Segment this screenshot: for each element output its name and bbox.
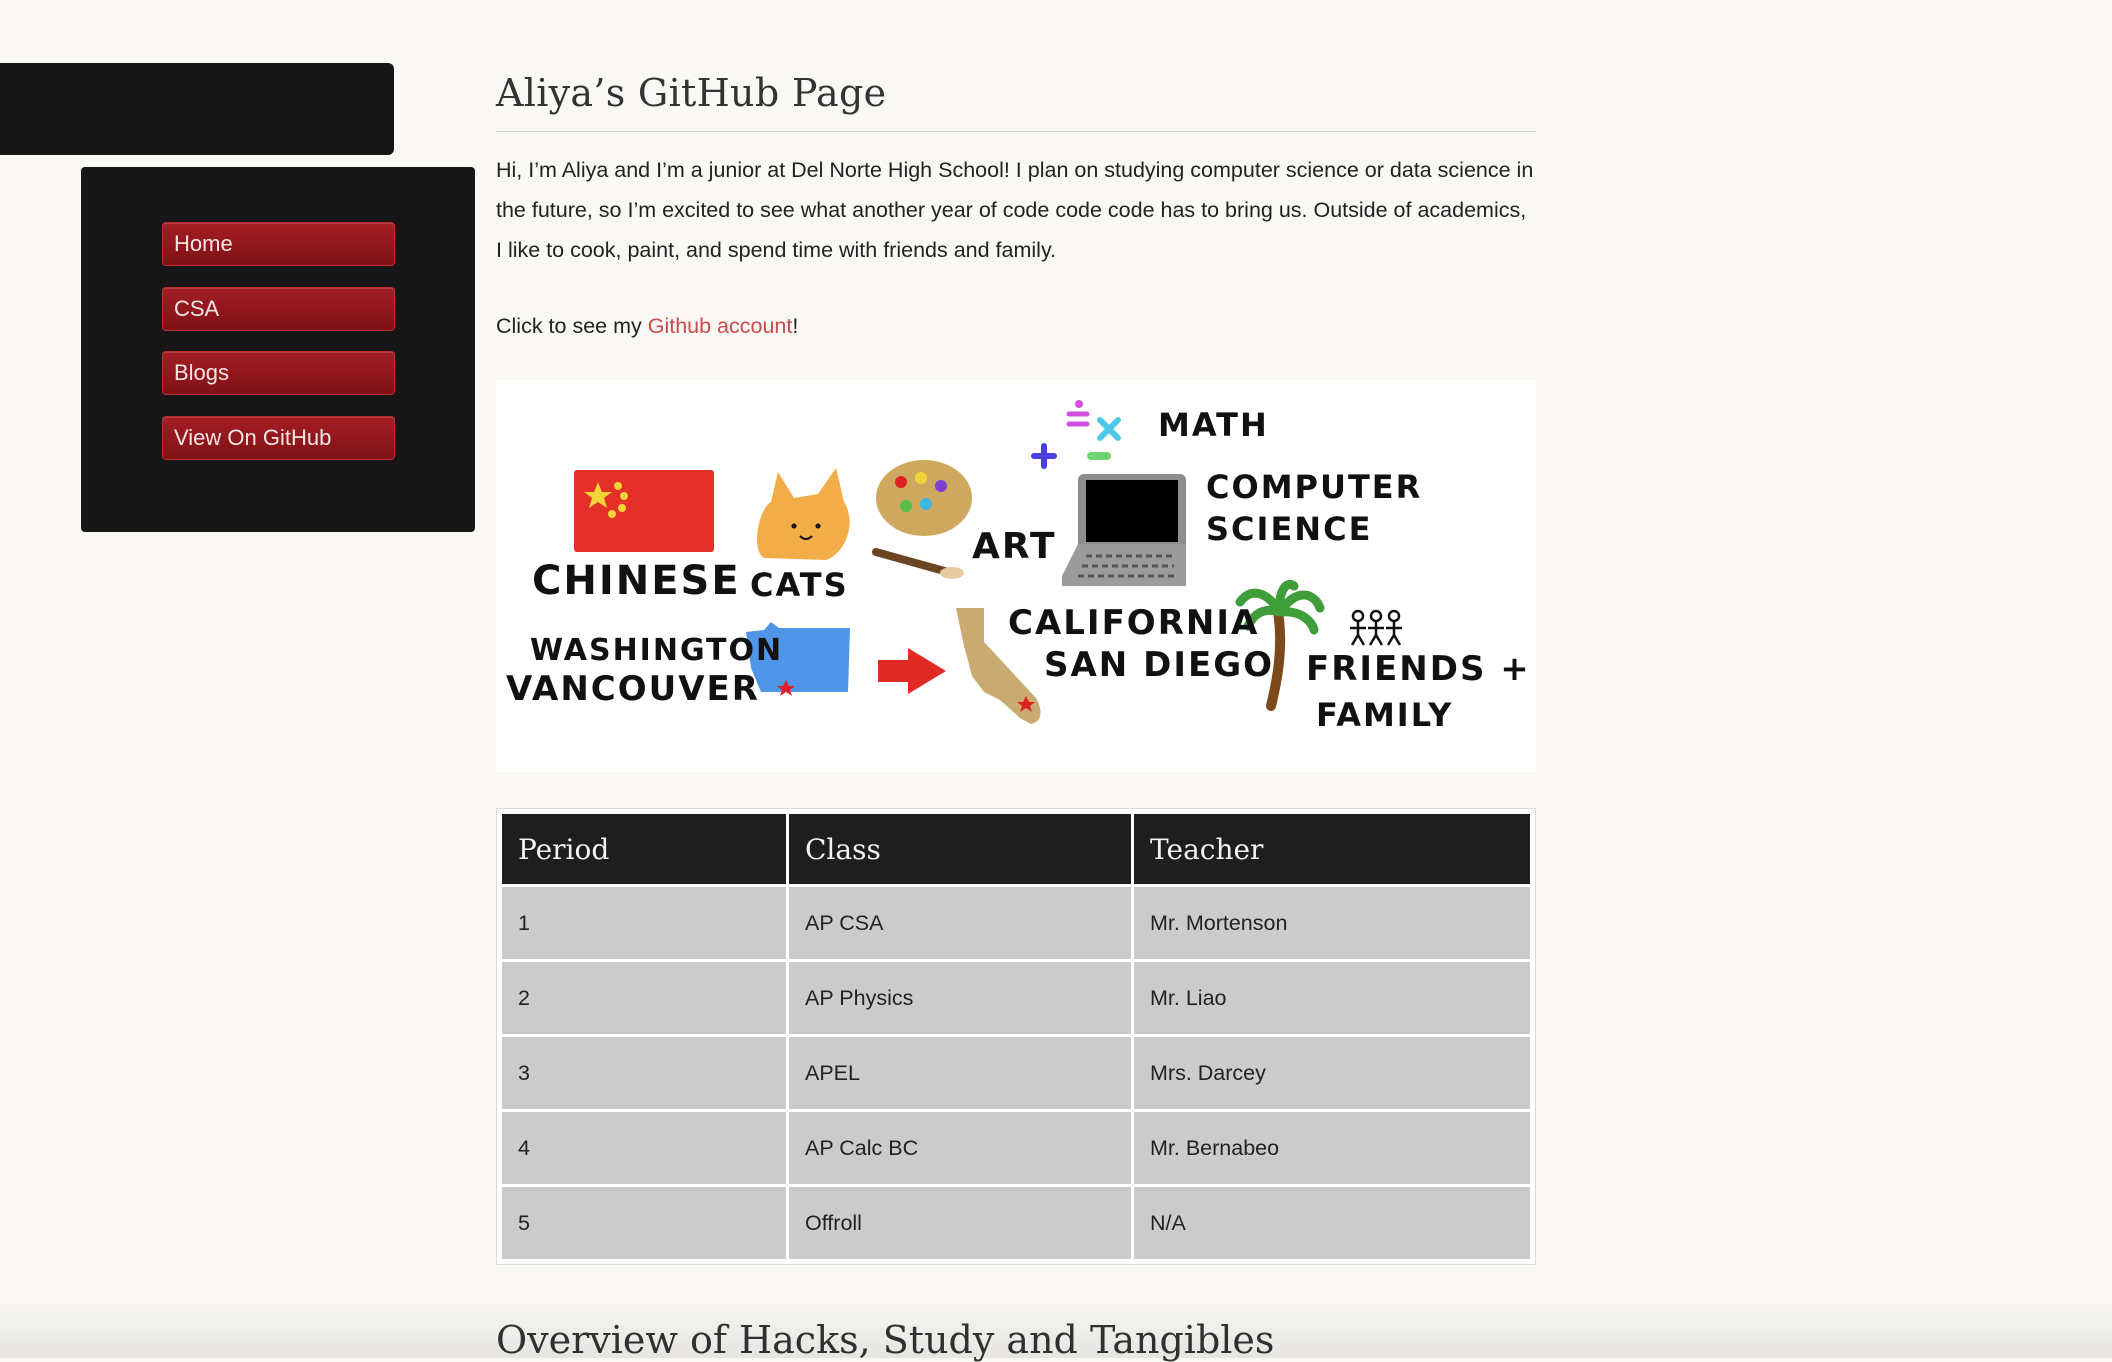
label-san-diego: SAN DIEGO [1044,645,1274,685]
section-heading-overview: Overview of Hacks, Study and Tangibles [496,1318,1275,1362]
header-bar [0,63,394,155]
header-class: Class [789,814,1131,884]
label-friends: FRIENDS + [1306,649,1531,689]
cat-icon [757,468,850,560]
cell-teacher: Mr. Mortenson [1134,887,1530,959]
table-row: 2 AP Physics Mr. Liao [502,962,1530,1034]
cell-period: 5 [502,1187,786,1259]
label-vancouver: VANCOUVER [506,669,760,709]
label-chinese: CHINESE [532,558,741,604]
label-science: SCIENCE [1206,510,1372,548]
cell-class: AP Physics [789,962,1131,1034]
cell-teacher: N/A [1134,1187,1530,1259]
github-line: Click to see my Github account! [496,306,798,346]
header-teacher: Teacher [1134,814,1530,884]
title-divider [496,131,1536,132]
table-row: 3 APEL Mrs. Darcey [502,1037,1530,1109]
header-period: Period [502,814,786,884]
label-math: MATH [1158,406,1269,444]
label-washington: WASHINGTON [530,633,783,668]
math-symbols-icon [1031,400,1121,469]
cell-teacher: Mr. Liao [1134,962,1530,1034]
cell-class: APEL [789,1037,1131,1109]
table-row: 5 Offroll N/A [502,1187,1530,1259]
interests-doodle: CHINESE CATS ART MATH COMPUTER SCIENCE W… [506,400,1531,734]
arrow-icon [878,648,946,694]
china-flag-icon [574,470,714,552]
class-schedule-table: Period Class Teacher 1 AP CSA Mr. Morten… [496,808,1536,1265]
label-computer: COMPUTER [1206,468,1422,506]
cell-period: 4 [502,1112,786,1184]
github-account-link[interactable]: Github account [648,314,793,338]
cell-class: AP Calc BC [789,1112,1131,1184]
label-art: ART [972,526,1057,567]
cell-teacher: Mr. Bernabeo [1134,1112,1530,1184]
laptop-icon [1062,474,1186,586]
cell-teacher: Mrs. Darcey [1134,1037,1530,1109]
table-header-row: Period Class Teacher [502,814,1530,884]
label-family: FAMILY [1316,696,1453,734]
cell-period: 1 [502,887,786,959]
github-prefix: Click to see my [496,314,648,338]
label-cats: CATS [750,566,849,604]
sidebar: Home CSA Blogs View On GitHub [81,167,475,532]
cell-class: Offroll [789,1187,1131,1259]
nav-view-on-github-button[interactable]: View On GitHub [162,415,395,460]
interests-image: CHINESE CATS ART MATH COMPUTER SCIENCE W… [496,380,1536,772]
table-row: 1 AP CSA Mr. Mortenson [502,887,1530,959]
cell-class: AP CSA [789,887,1131,959]
label-california: CALIFORNIA [1008,603,1259,643]
nav-csa-button[interactable]: CSA [162,286,395,331]
paint-palette-icon [872,460,972,579]
nav-list: Home CSA Blogs View On GitHub [162,222,395,480]
cell-period: 2 [502,962,786,1034]
page-title: Aliya’s GitHub Page [496,71,887,115]
family-figures-icon [1350,609,1402,646]
nav-home-button[interactable]: Home [162,222,395,266]
intro-paragraph: Hi, I’m Aliya and I’m a junior at Del No… [496,158,1534,262]
github-suffix: ! [792,314,799,338]
cell-period: 3 [502,1037,786,1109]
table-row: 4 AP Calc BC Mr. Bernabeo [502,1112,1530,1184]
nav-blogs-button[interactable]: Blogs [162,351,395,395]
